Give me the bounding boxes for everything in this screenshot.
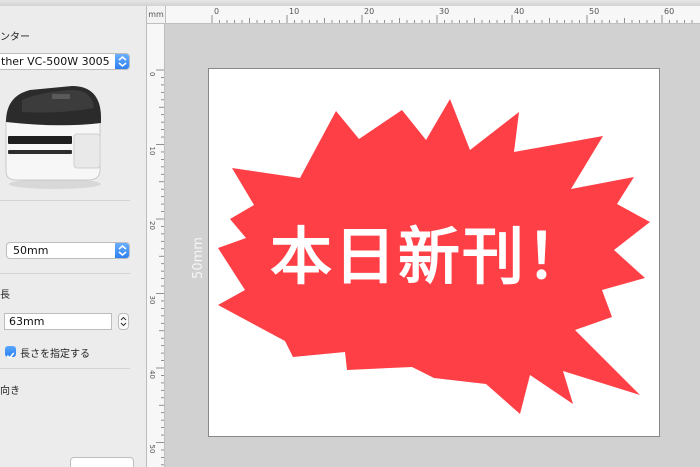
ruler-tick-label: 0 bbox=[214, 7, 219, 16]
ruler-tick-label: 10 bbox=[289, 7, 299, 16]
orientation-label: 向き bbox=[0, 386, 20, 397]
ruler-tick-label: 40 bbox=[514, 7, 524, 16]
label-editor-window: ンター ther VC-500W 3005 50mm 長 63mm 長さを指定す… bbox=[0, 0, 700, 467]
printer-select[interactable]: ther VC-500W 3005 bbox=[0, 53, 130, 70]
section-divider bbox=[0, 368, 130, 369]
ruler-tick-label: 20 bbox=[148, 221, 156, 230]
length-section-label: 長 bbox=[0, 290, 10, 301]
width-select-value: 50mm bbox=[13, 244, 49, 257]
ruler-tick-label: 10 bbox=[148, 147, 156, 156]
specify-length-checkbox[interactable] bbox=[5, 346, 16, 360]
height-dimension-text: 50mm bbox=[191, 237, 206, 279]
left-ruler: 0 10 20 30 40 50 bbox=[147, 23, 165, 467]
ruler-tick-label: 60 bbox=[664, 7, 674, 16]
specify-length-label: 長さを指定する bbox=[20, 349, 90, 360]
ruler-tick-label: 30 bbox=[148, 296, 156, 305]
printer-image bbox=[0, 76, 110, 191]
ruler-tick-label: 40 bbox=[148, 370, 156, 379]
ruler-tick-label: 50 bbox=[589, 7, 599, 16]
printer-section-label: ンター bbox=[0, 32, 30, 43]
length-stepper[interactable] bbox=[118, 313, 129, 330]
section-divider bbox=[0, 200, 130, 201]
ruler-tick-label: 30 bbox=[439, 7, 449, 16]
ruler-unit: mm bbox=[147, 6, 166, 24]
width-select[interactable]: 50mm bbox=[6, 242, 130, 259]
printer-select-value: ther VC-500W 3005 bbox=[1, 55, 110, 68]
settings-sidebar: ンター ther VC-500W 3005 50mm 長 63mm 長さを指定す… bbox=[0, 6, 147, 467]
length-field[interactable]: 63mm bbox=[4, 313, 112, 330]
section-divider bbox=[0, 273, 130, 274]
bottom-button[interactable] bbox=[70, 457, 134, 467]
ruler-tick-label: 20 bbox=[364, 7, 374, 16]
burst-text[interactable]: 本日新刊！ bbox=[230, 217, 630, 297]
ruler-tick-label: 0 bbox=[148, 72, 156, 76]
chevron-updown-icon bbox=[115, 243, 129, 258]
top-ruler: 0 10 20 30 40 50 60 bbox=[147, 6, 700, 24]
chevron-updown-icon bbox=[115, 54, 129, 69]
ruler-tick-label: 50 bbox=[148, 445, 156, 454]
